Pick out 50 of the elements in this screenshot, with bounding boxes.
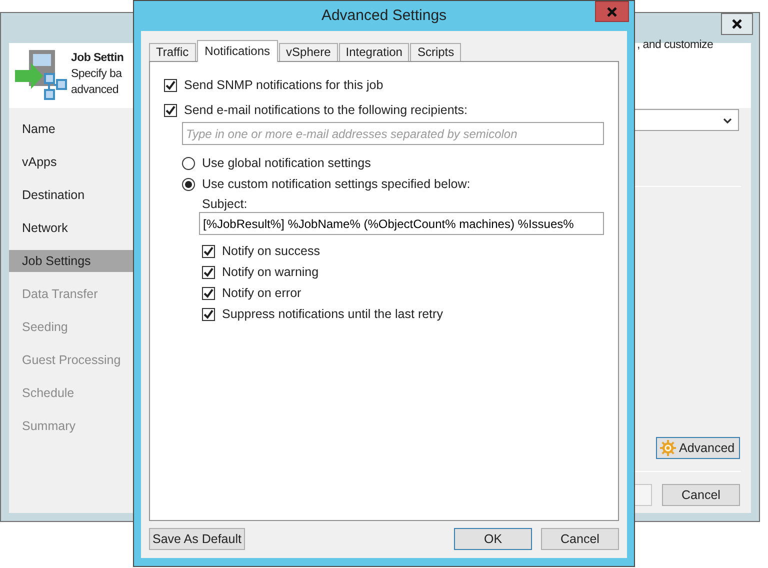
dialog-title: Advanced Settings [321, 7, 447, 25]
checkbox[interactable] [164, 79, 177, 92]
sidebar-item[interactable]: Name [9, 118, 134, 140]
tab[interactable]: Integration [338, 43, 410, 61]
header-title: Job Settin [71, 51, 124, 66]
tab[interactable]: Notifications [196, 40, 278, 62]
checkbox-label: Notify on success [222, 243, 320, 260]
header-description: advanced [71, 83, 120, 98]
checkbox-label: Send SNMP notifications for this job [184, 77, 384, 94]
cancel-button[interactable]: Cancel [662, 484, 740, 506]
radio-label: Use custom notification settings specified below: [202, 176, 470, 194]
header-description: , and customize [637, 38, 714, 53]
sidebar-item[interactable]: Destination [9, 184, 134, 206]
sidebar-item[interactable]: vApps [9, 151, 134, 173]
gear-icon [660, 440, 676, 456]
checkbox-label: Suppress notifications until the last retry [222, 306, 443, 324]
header-description: Specify ba [71, 67, 123, 82]
advanced-button[interactable]: Advanced [656, 437, 740, 459]
checkbox-label: Send e-mail notifications to the following recipients: [184, 102, 468, 120]
sidebar-item[interactable]: Job Settings [9, 250, 134, 272]
sidebar-item: Guest Processing [21, 352, 122, 369]
subject-label: Subject: [202, 197, 248, 212]
checkbox[interactable] [202, 245, 215, 258]
sidebar-item: Seeding [21, 319, 69, 336]
radio-label: Use global notification settings [202, 155, 371, 172]
sidebar-item[interactable]: Network [9, 217, 134, 239]
sidebar-item: Data Transfer [21, 286, 99, 303]
subject-field[interactable]: [%JobResult%] %JobName% (%ObjectCount% machines) %Issues% [199, 212, 604, 235]
email-field[interactable]: Type in one or more e-mail addresses separated by semicolon [182, 122, 604, 145]
job-network-icon [15, 50, 69, 102]
checkbox[interactable] [202, 308, 215, 321]
checkbox[interactable] [202, 287, 215, 300]
sidebar-item: Summary [21, 418, 76, 435]
radio-button[interactable] [182, 157, 195, 170]
ok-button[interactable]: OK [454, 528, 532, 550]
close-icon [607, 6, 617, 16]
checkbox-label: Notify on error [222, 285, 302, 302]
sidebar-item: Schedule [21, 385, 76, 402]
close-icon [732, 19, 742, 29]
chevron-down-icon [723, 118, 732, 124]
checkbox[interactable] [164, 104, 177, 117]
checkbox[interactable] [202, 266, 215, 279]
tab[interactable]: Scripts [410, 43, 462, 61]
save-as-default-button[interactable]: Save As Default [149, 528, 245, 550]
cancel-button[interactable]: Cancel [541, 528, 619, 550]
radio-button[interactable] [182, 178, 195, 191]
checkbox-label: Notify on warning [222, 264, 319, 282]
tab[interactable]: Traffic [149, 43, 196, 61]
close-button[interactable] [721, 13, 753, 35]
tab[interactable]: vSphere [279, 43, 338, 61]
